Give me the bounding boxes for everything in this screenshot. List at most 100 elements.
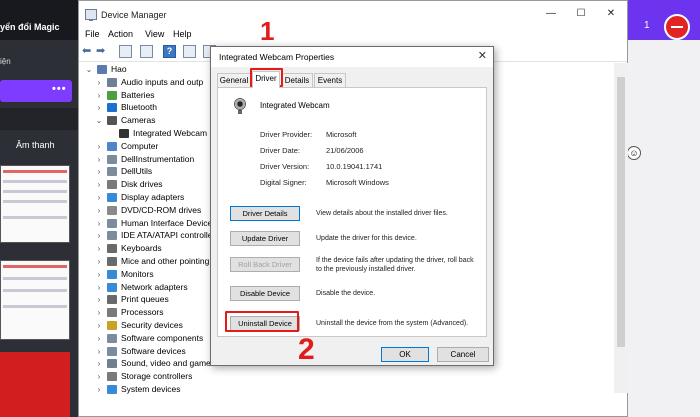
chevron-right-icon[interactable]: › <box>95 153 103 166</box>
tab-general[interactable]: General <box>217 73 251 87</box>
tree-item[interactable]: Integrated Webcam <box>79 127 211 140</box>
chevron-right-icon[interactable]: › <box>95 101 103 114</box>
tree-item[interactable]: › DellUtils <box>79 165 211 178</box>
chevron-right-icon[interactable]: › <box>95 293 103 306</box>
chevron-right-icon[interactable]: › <box>95 306 103 319</box>
minimize-button[interactable]: — <box>539 5 563 23</box>
tree-item[interactable]: › Software components <box>79 332 211 345</box>
chevron-right-icon[interactable]: › <box>95 357 103 370</box>
tree-item-label: Audio inputs and outp <box>121 76 204 87</box>
tree-item[interactable]: › Software devices <box>79 345 211 358</box>
tree-item[interactable]: › DellInstrumentation <box>79 153 211 166</box>
chevron-right-icon[interactable]: › <box>95 204 103 217</box>
tree-item-label: Bluetooth <box>121 102 157 113</box>
tree-item[interactable]: › IDE ATA/ATAPI controlle <box>79 229 211 242</box>
chevron-right-icon[interactable]: › <box>95 178 103 191</box>
chevron-right-icon[interactable]: › <box>95 345 103 358</box>
computer-icon <box>97 65 107 74</box>
chevron-down-icon[interactable]: ⌄ <box>95 114 103 127</box>
list-view-icon[interactable] <box>140 45 153 58</box>
properties-icon[interactable] <box>119 45 132 58</box>
chevron-right-icon[interactable]: › <box>95 268 103 281</box>
bg-slide-thumbnail[interactable] <box>0 260 70 340</box>
chevron-right-icon[interactable]: › <box>95 191 103 204</box>
chevron-down-icon[interactable]: ⌄ <box>85 63 93 76</box>
tab-details[interactable]: Details <box>281 73 313 87</box>
maximize-button[interactable]: ☐ <box>569 5 593 23</box>
chevron-right-icon[interactable]: › <box>95 281 103 294</box>
chevron-right-icon[interactable]: › <box>95 217 103 230</box>
tree-item-label: System devices <box>121 384 181 394</box>
tree-item[interactable]: ⌄ Hao <box>79 63 211 76</box>
menu-file[interactable]: File <box>85 29 100 39</box>
bg-slide-thumbnail[interactable] <box>0 165 70 243</box>
printer-icon <box>107 295 117 305</box>
tree-item[interactable]: › Batteries <box>79 89 211 102</box>
details-view-icon[interactable] <box>183 45 196 58</box>
vertical-scrollbar[interactable] <box>614 63 628 393</box>
tree-item[interactable]: › Audio inputs and outp <box>79 76 211 89</box>
tree-item[interactable]: › Mice and other pointing <box>79 255 211 268</box>
tree-item-label: Storage controllers <box>121 371 193 382</box>
background-app-left: yển đổi Magic iện ••• Âm thanh <box>0 0 78 417</box>
tree-item[interactable]: › Bluetooth <box>79 101 211 114</box>
disable-device-button[interactable]: Disable Device <box>230 286 300 301</box>
menu-help[interactable]: Help <box>173 29 192 39</box>
tree-item[interactable]: › Storage controllers <box>79 370 211 383</box>
tree-item[interactable]: › Processors <box>79 306 211 319</box>
menu-action[interactable]: Action <box>108 29 133 39</box>
tree-item[interactable]: › Sound, video and game <box>79 357 211 370</box>
emoji-icon[interactable]: ☺ <box>627 146 641 160</box>
processor-icon <box>107 308 117 318</box>
roll-back-driver-button[interactable]: Roll Back Driver <box>230 257 300 272</box>
tab-driver[interactable]: Driver <box>252 71 280 88</box>
close-button[interactable]: ✕ <box>599 5 623 23</box>
help-icon[interactable]: ? <box>163 45 176 58</box>
driver-provider-value: Microsoft <box>326 130 357 139</box>
chevron-right-icon[interactable]: › <box>95 165 103 178</box>
tree-item[interactable]: ⌄ Cameras <box>79 114 211 127</box>
chevron-right-icon[interactable]: › <box>95 76 103 89</box>
bg-nav-text: iện <box>0 57 11 66</box>
update-driver-button[interactable]: Update Driver <box>230 231 300 246</box>
chevron-right-icon[interactable]: › <box>95 140 103 153</box>
more-dots-icon[interactable]: ••• <box>52 83 67 95</box>
chevron-right-icon[interactable]: › <box>95 383 103 396</box>
tree-item[interactable]: › Disk drives <box>79 178 211 191</box>
tree-item[interactable]: › Print queues <box>79 293 211 306</box>
tree-item[interactable]: › DVD/CD-ROM drives <box>79 204 211 217</box>
tree-item[interactable]: › Display adapters <box>79 191 211 204</box>
dialog-title: Integrated Webcam Properties <box>219 52 335 62</box>
driver-panel: Integrated Webcam Driver Provider: Micro… <box>217 87 487 337</box>
chevron-right-icon[interactable]: › <box>95 242 103 255</box>
webcam-icon <box>234 98 246 114</box>
dialog-close-icon[interactable]: ✕ <box>478 50 487 62</box>
chevron-right-icon[interactable]: › <box>95 370 103 383</box>
tree-item[interactable]: › Human Interface Device <box>79 217 211 230</box>
forward-arrow-icon[interactable]: ➡ <box>96 45 109 58</box>
ok-button[interactable]: OK <box>381 347 429 362</box>
bluetooth-icon <box>107 103 117 113</box>
chevron-right-icon[interactable]: › <box>95 332 103 345</box>
chevron-right-icon[interactable]: › <box>95 255 103 268</box>
back-arrow-icon[interactable]: ⬅ <box>82 45 95 58</box>
scrollbar-thumb[interactable] <box>617 77 625 347</box>
remove-circle-icon[interactable] <box>664 14 690 40</box>
bg-section-text[interactable]: Âm thanh <box>16 140 55 150</box>
cancel-button[interactable]: Cancel <box>437 347 489 362</box>
tree-item[interactable]: › Monitors <box>79 268 211 281</box>
chevron-right-icon[interactable]: › <box>95 319 103 332</box>
digital-signer-label: Digital Signer: <box>260 178 307 187</box>
tree-item[interactable]: › Computer <box>79 140 211 153</box>
tree-item[interactable]: › Security devices <box>79 319 211 332</box>
tree-item[interactable]: › Keyboards <box>79 242 211 255</box>
tree-item-label: IDE ATA/ATAPI controlle <box>121 230 211 241</box>
bg-slide-thumbnail[interactable] <box>0 352 70 417</box>
tab-events[interactable]: Events <box>314 73 346 87</box>
menu-view[interactable]: View <box>145 29 164 39</box>
tree-item[interactable]: › System devices <box>79 383 211 396</box>
driver-details-button[interactable]: Driver Details <box>230 206 300 221</box>
chevron-right-icon[interactable]: › <box>95 89 103 102</box>
chevron-right-icon[interactable]: › <box>95 229 103 242</box>
tree-item[interactable]: › Network adapters <box>79 281 211 294</box>
